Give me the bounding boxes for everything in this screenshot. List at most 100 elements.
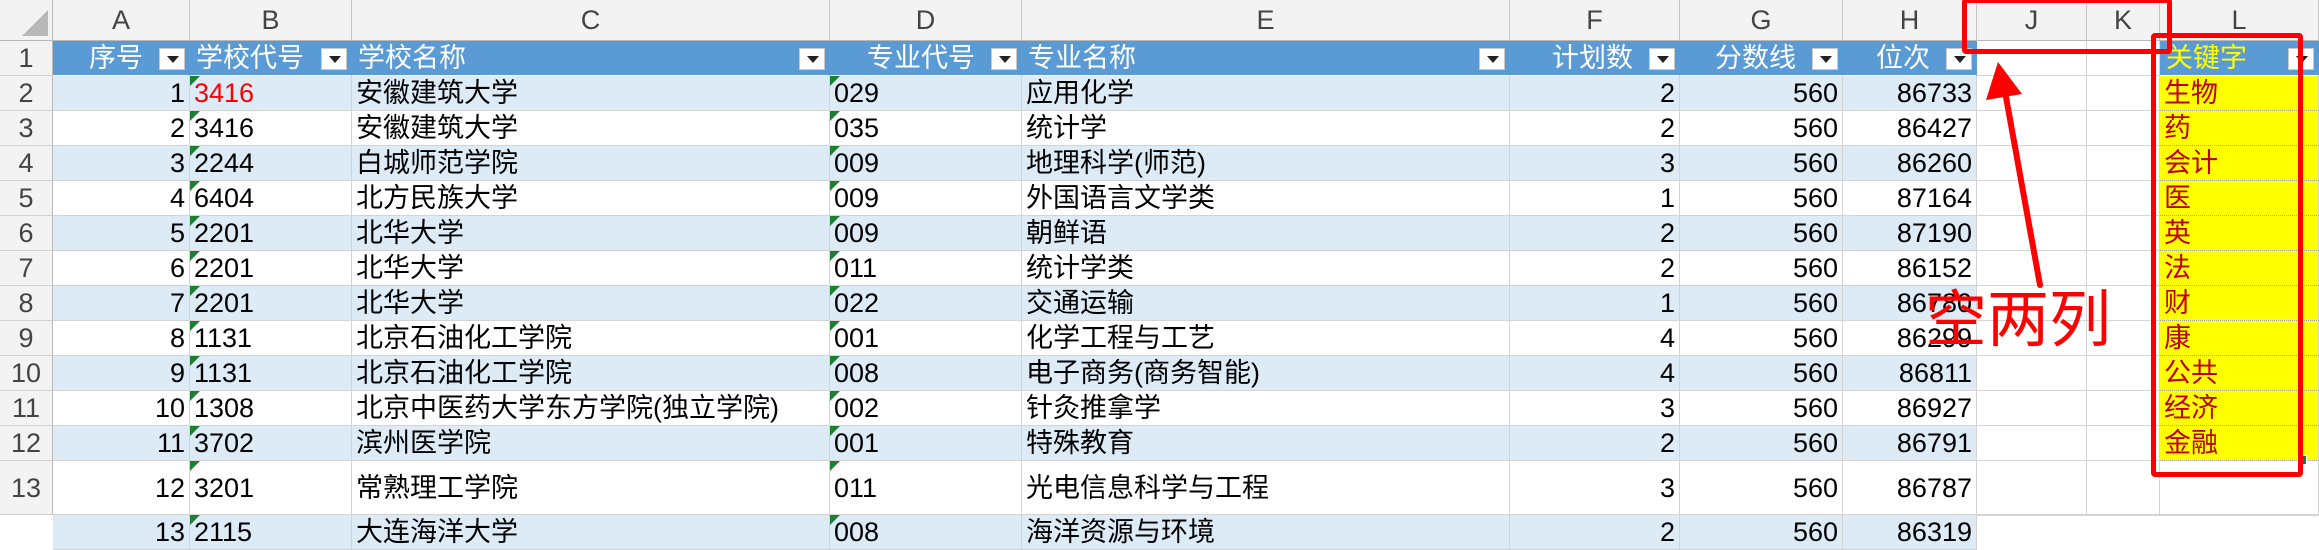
cell-plan-count[interactable]: 2	[1510, 251, 1680, 286]
cell-plan-count[interactable]: 4	[1510, 321, 1680, 356]
cell-score-line[interactable]: 560	[1680, 515, 1843, 550]
empty-cell[interactable]	[1977, 426, 2087, 461]
empty-cell[interactable]	[1977, 76, 2087, 111]
cell-major-code[interactable]: 009	[830, 146, 1022, 181]
cell-rank[interactable]: 86787	[1843, 461, 1977, 515]
cell-rank[interactable]: 86811	[1843, 356, 1977, 391]
header-major-name[interactable]: 专业名称	[1022, 41, 1510, 76]
cell-score-line[interactable]: 560	[1680, 286, 1843, 321]
cell-major-name[interactable]: 针灸推拿学	[1022, 391, 1510, 426]
empty-cell[interactable]	[2087, 181, 2160, 216]
cell-school-code[interactable]: 2201	[190, 216, 352, 251]
cell-major-name[interactable]: 外国语言文学类	[1022, 181, 1510, 216]
empty-cell[interactable]	[2087, 391, 2160, 426]
column-header-d[interactable]: D	[830, 0, 1022, 41]
header-rank[interactable]: 位次	[1843, 41, 1977, 76]
header-school-name[interactable]: 学校名称	[352, 41, 830, 76]
cell-seq[interactable]: 6	[53, 251, 190, 286]
empty-cell[interactable]	[1977, 356, 2087, 391]
cell-seq[interactable]: 2	[53, 111, 190, 146]
cell-major-name[interactable]: 海洋资源与环境	[1022, 515, 1510, 550]
cell-school-name[interactable]: 北京石油化工学院	[352, 356, 830, 391]
cell-score-line[interactable]: 560	[1680, 216, 1843, 251]
filter-dropdown-icon[interactable]	[1649, 48, 1675, 70]
empty-cell[interactable]	[1977, 461, 2087, 515]
filter-dropdown-icon[interactable]	[159, 48, 185, 70]
cell-major-code[interactable]: 008	[830, 356, 1022, 391]
cell-school-code[interactable]: 2201	[190, 251, 352, 286]
empty-cell[interactable]	[1977, 111, 2087, 146]
cell-major-name[interactable]: 交通运输	[1022, 286, 1510, 321]
cell-rank[interactable]: 87164	[1843, 181, 1977, 216]
column-header-h[interactable]: H	[1843, 0, 1977, 41]
cell-school-name[interactable]: 安徽建筑大学	[352, 111, 830, 146]
empty-cell[interactable]	[2087, 146, 2160, 181]
cell-seq[interactable]: 13	[53, 515, 190, 550]
cell-school-code[interactable]: 2115	[190, 515, 352, 550]
row-header[interactable]: 3	[0, 111, 53, 146]
cell-major-code[interactable]: 022	[830, 286, 1022, 321]
cell-major-code[interactable]: 002	[830, 391, 1022, 426]
cell-score-line[interactable]: 560	[1680, 76, 1843, 111]
cell-major-name[interactable]: 统计学	[1022, 111, 1510, 146]
empty-cell[interactable]	[1977, 216, 2087, 251]
cell-school-code[interactable]: 2201	[190, 286, 352, 321]
cell-school-name[interactable]: 滨州医学院	[352, 426, 830, 461]
cell-plan-count[interactable]: 1	[1510, 181, 1680, 216]
cell-major-code[interactable]: 011	[830, 251, 1022, 286]
header-school-code[interactable]: 学校代号	[190, 41, 352, 76]
cell-major-name[interactable]: 特殊教育	[1022, 426, 1510, 461]
cell-keyword[interactable]	[2160, 515, 2319, 516]
filter-dropdown-icon[interactable]	[1479, 48, 1505, 70]
cell-plan-count[interactable]: 2	[1510, 111, 1680, 146]
header-score-line[interactable]: 分数线	[1680, 41, 1843, 76]
cell-score-line[interactable]: 560	[1680, 356, 1843, 391]
cell-plan-count[interactable]: 1	[1510, 286, 1680, 321]
row-header[interactable]: 5	[0, 181, 53, 216]
cell-school-code[interactable]: 1131	[190, 321, 352, 356]
cell-major-code[interactable]: 009	[830, 181, 1022, 216]
cell-seq[interactable]: 3	[53, 146, 190, 181]
cell-seq[interactable]: 8	[53, 321, 190, 356]
column-header-c[interactable]: C	[352, 0, 830, 41]
cell-school-name[interactable]: 北华大学	[352, 216, 830, 251]
cell-seq[interactable]: 4	[53, 181, 190, 216]
cell-major-name[interactable]: 光电信息科学与工程	[1022, 461, 1510, 515]
cell-score-line[interactable]: 560	[1680, 111, 1843, 146]
cell-score-line[interactable]: 560	[1680, 146, 1843, 181]
cell-major-name[interactable]: 应用化学	[1022, 76, 1510, 111]
header-seq[interactable]: 序号	[53, 41, 190, 76]
cell-score-line[interactable]: 560	[1680, 251, 1843, 286]
cell-school-code[interactable]: 3416	[190, 111, 352, 146]
empty-cell[interactable]	[1977, 181, 2087, 216]
empty-cell[interactable]	[1977, 515, 2087, 516]
header-major-code[interactable]: 专业代号	[830, 41, 1022, 76]
row-header[interactable]: 11	[0, 391, 53, 426]
cell-major-name[interactable]: 电子商务(商务智能)	[1022, 356, 1510, 391]
row-header[interactable]: 7	[0, 251, 53, 286]
cell-major-name[interactable]: 朝鲜语	[1022, 216, 1510, 251]
cell-school-code[interactable]: 3702	[190, 426, 352, 461]
cell-rank[interactable]: 86733	[1843, 76, 1977, 111]
filter-dropdown-icon[interactable]	[991, 48, 1017, 70]
cell-seq[interactable]: 10	[53, 391, 190, 426]
cell-plan-count[interactable]: 3	[1510, 391, 1680, 426]
cell-school-code[interactable]: 2244	[190, 146, 352, 181]
cell-seq[interactable]: 5	[53, 216, 190, 251]
row-header[interactable]: 10	[0, 356, 53, 391]
column-header-f[interactable]: F	[1510, 0, 1680, 41]
column-header-a[interactable]: A	[53, 0, 190, 41]
cell-rank[interactable]: 86152	[1843, 251, 1977, 286]
header-plan-count[interactable]: 计划数	[1510, 41, 1680, 76]
empty-cell[interactable]	[2087, 111, 2160, 146]
cell-seq[interactable]: 7	[53, 286, 190, 321]
filter-dropdown-icon[interactable]	[321, 48, 347, 70]
column-header-g[interactable]: G	[1680, 0, 1843, 41]
cell-seq[interactable]: 1	[53, 76, 190, 111]
cell-school-name[interactable]: 北华大学	[352, 286, 830, 321]
empty-cell[interactable]	[2087, 76, 2160, 111]
cell-school-name[interactable]: 白城师范学院	[352, 146, 830, 181]
cell-rank[interactable]: 86427	[1843, 111, 1977, 146]
cell-school-name[interactable]: 北方民族大学	[352, 181, 830, 216]
cell-plan-count[interactable]: 3	[1510, 461, 1680, 515]
